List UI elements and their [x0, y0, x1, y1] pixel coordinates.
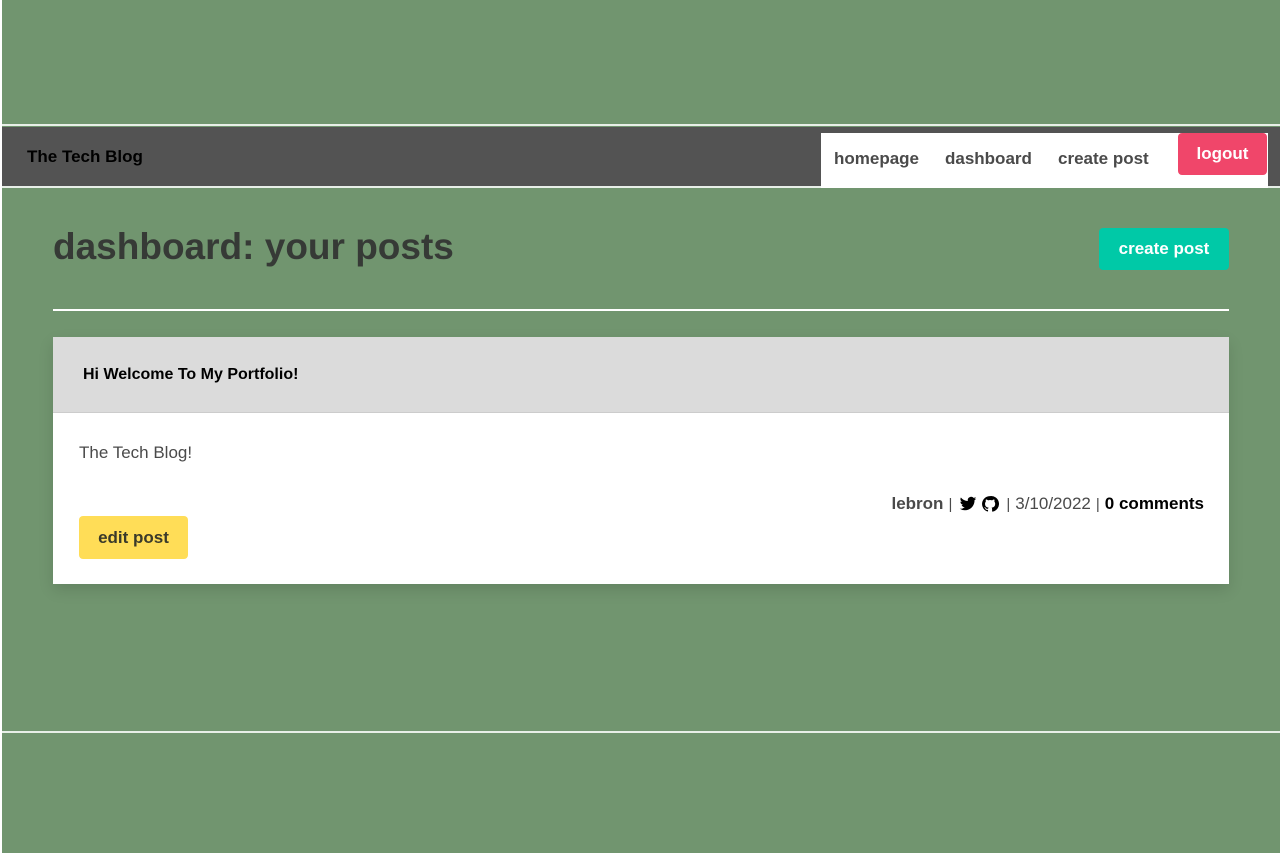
meta-separator: |	[1095, 495, 1100, 513]
post-date: 3/10/2022	[1015, 494, 1091, 513]
navbar: The Tech Blog homepage dashboard create …	[2, 127, 1280, 188]
page-title: dashboard: your posts	[53, 226, 454, 267]
brand-link[interactable]: The Tech Blog	[27, 147, 143, 167]
post-comments-link[interactable]: 0 comments	[1105, 494, 1204, 514]
post-card: Hi Welcome To My Portfolio! The Tech Blo…	[53, 337, 1229, 584]
bottom-divider	[2, 731, 1280, 733]
meta-separator: |	[948, 495, 953, 513]
post-author[interactable]: lebron	[891, 494, 943, 514]
section-divider	[53, 309, 1229, 311]
twitter-icon[interactable]	[959, 495, 977, 513]
post-title[interactable]: Hi Welcome To My Portfolio!	[83, 366, 298, 384]
logout-button[interactable]: logout	[1178, 133, 1267, 175]
github-icon[interactable]	[981, 495, 1000, 513]
nav-homepage-link[interactable]: homepage	[834, 149, 919, 169]
meta-separator: |	[1006, 495, 1011, 513]
nav-dashboard-link[interactable]: dashboard	[945, 149, 1032, 169]
post-body: The Tech Blog!	[79, 443, 193, 462]
top-divider	[2, 124, 1280, 126]
nav-menu: homepage dashboard create post logout	[821, 133, 1268, 188]
nav-create-post-link[interactable]: create post	[1058, 149, 1149, 169]
create-post-button[interactable]: create post	[1099, 228, 1229, 270]
post-meta: lebron | | 3/10/2022 | 0 comments	[891, 494, 1204, 514]
edit-post-button[interactable]: edit post	[79, 516, 188, 559]
post-card-header: Hi Welcome To My Portfolio!	[53, 337, 1229, 413]
